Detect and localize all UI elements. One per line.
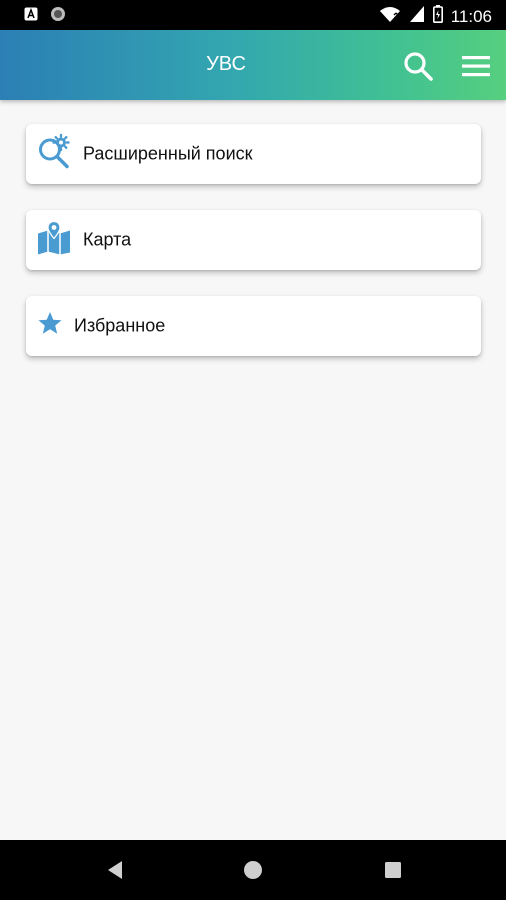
battery-icon [432,5,443,28]
signal-icon [409,5,425,28]
map-card[interactable]: Карта [26,210,481,270]
wifi-icon [379,5,401,28]
map-label: Карта [83,229,132,250]
advanced-search-icon [36,133,72,175]
status-bar: 11:06 [0,0,506,30]
map-icon [36,220,72,261]
star-icon [37,311,63,342]
status-time: 11:06 [450,6,492,26]
favorites-label: Избранное [74,315,166,336]
home-button[interactable] [241,858,265,882]
recents-icon [381,862,405,886]
recents-button[interactable] [381,858,405,882]
favorites-card[interactable]: Избранное [26,296,481,356]
advanced-search-label: Расширенный поиск [83,143,253,164]
circle-dot-icon [50,6,66,27]
app-bar: УВС [0,30,506,100]
back-icon [103,861,127,886]
advanced-search-card[interactable]: Расширенный поиск [26,124,481,184]
menu-button[interactable] [458,48,494,84]
app-a-icon [24,7,38,26]
home-icon [241,861,265,886]
navigation-bar [0,840,506,900]
search-button[interactable] [400,48,436,84]
status-left [24,6,66,27]
menu-icon [458,56,494,88]
status-right: 11:06 [379,5,492,28]
app-title: УВС [206,53,246,75]
back-button[interactable] [103,858,127,882]
search-icon [400,52,436,88]
